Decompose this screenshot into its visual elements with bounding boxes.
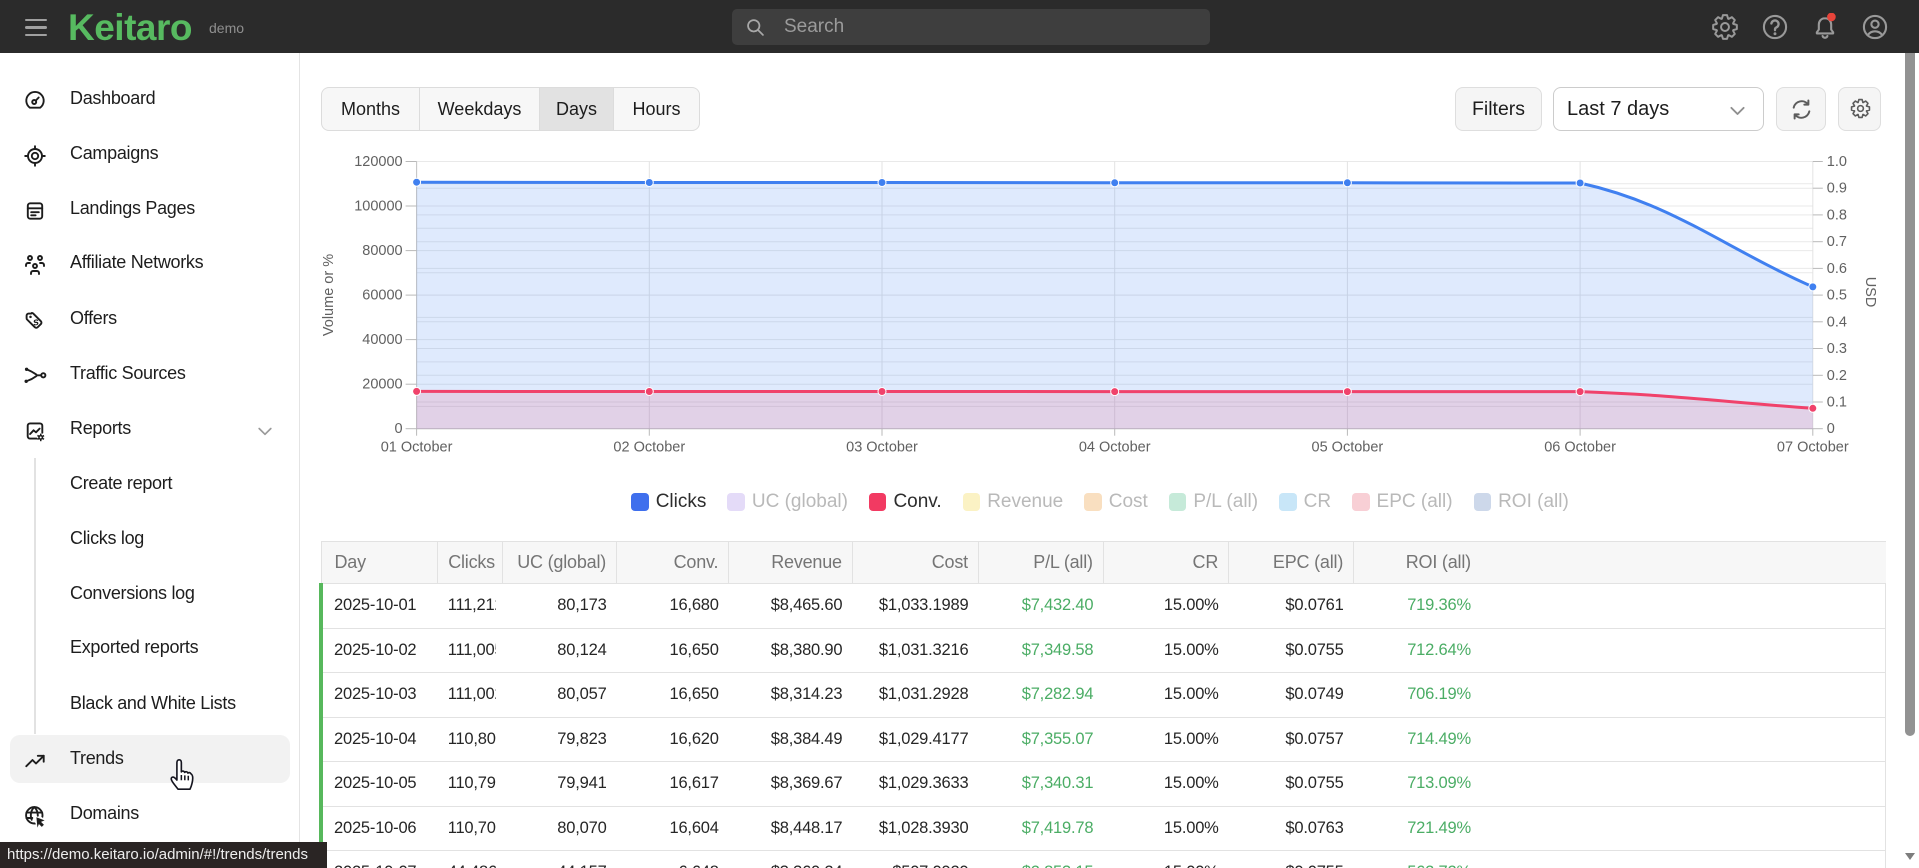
svg-text:20000: 20000 xyxy=(362,377,402,393)
svg-text:06 October: 06 October xyxy=(1544,440,1616,456)
svg-text:04 October: 04 October xyxy=(1079,440,1151,456)
svg-text:0.2: 0.2 xyxy=(1827,368,1847,384)
svg-text:0.7: 0.7 xyxy=(1827,234,1847,250)
svg-text:s: s xyxy=(32,316,40,329)
svg-text:0.9: 0.9 xyxy=(1827,181,1847,197)
svg-text:0.5: 0.5 xyxy=(1827,288,1847,304)
svg-text:80000: 80000 xyxy=(362,243,402,259)
svg-text:05 October: 05 October xyxy=(1312,440,1384,456)
svg-text:0.1: 0.1 xyxy=(1827,395,1847,411)
svg-text:0.3: 0.3 xyxy=(1827,341,1847,357)
svg-text:100000: 100000 xyxy=(354,199,402,215)
svg-text:01 October: 01 October xyxy=(381,440,453,456)
svg-text:0: 0 xyxy=(395,421,403,437)
svg-text:0: 0 xyxy=(1827,421,1835,437)
svg-text:60000: 60000 xyxy=(362,288,402,304)
svg-text:Volume or %: Volume or % xyxy=(321,254,337,336)
svg-text:0.8: 0.8 xyxy=(1827,207,1847,223)
svg-text:03 October: 03 October xyxy=(846,440,918,456)
svg-text:0.4: 0.4 xyxy=(1827,314,1847,330)
svg-text:07 October: 07 October xyxy=(1777,440,1849,456)
svg-text:USD: USD xyxy=(1862,277,1878,308)
svg-text:02 October: 02 October xyxy=(613,440,685,456)
svg-text:1.0: 1.0 xyxy=(1827,154,1847,170)
svg-text:0.6: 0.6 xyxy=(1827,261,1847,277)
svg-text:120000: 120000 xyxy=(354,154,402,170)
svg-text:40000: 40000 xyxy=(362,332,402,348)
